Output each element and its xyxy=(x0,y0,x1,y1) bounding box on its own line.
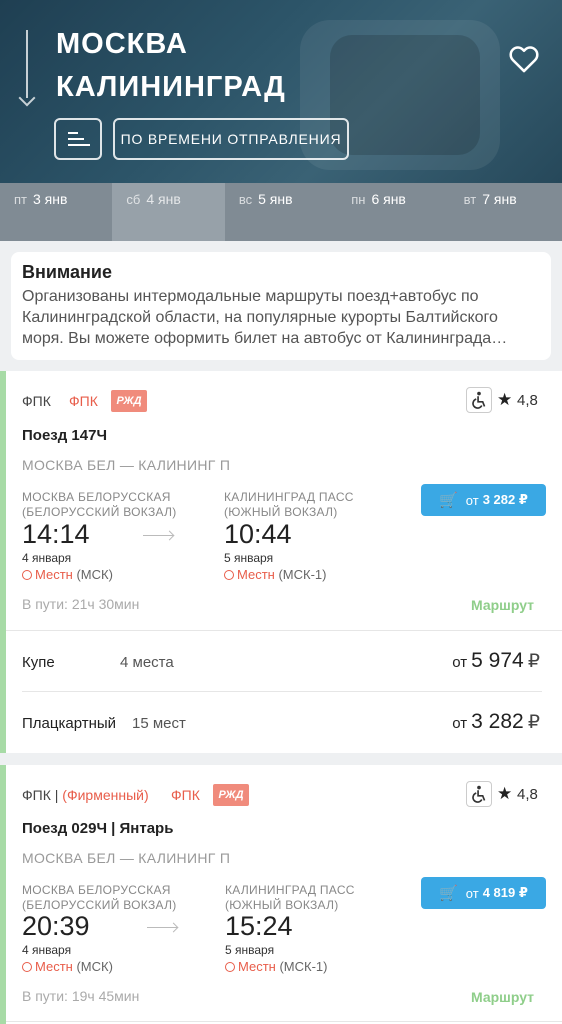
clock-icon xyxy=(224,570,234,580)
carrier-name: ФПК | (Фирменный) xyxy=(22,787,149,803)
car-class-name: Купе xyxy=(22,654,55,671)
from-city: МОСКВА xyxy=(56,28,188,60)
arrow-right-icon xyxy=(147,927,177,928)
clock-icon xyxy=(22,570,32,580)
arrival-date: 5 января xyxy=(225,943,275,957)
divider xyxy=(22,691,542,692)
date-label: 6 янв xyxy=(371,191,406,207)
rating-value: 4,8 xyxy=(517,392,538,409)
train-route: МОСКВА БЕЛ — КАЛИНИНГ П xyxy=(22,457,231,473)
sort-by-departure-button[interactable]: ПО ВРЕМЕНИ ОТПРАВЛЕНИЯ xyxy=(113,118,349,160)
car-class-price[interactable]: от 3 282 ₽ xyxy=(452,710,540,734)
date-weekday: вс xyxy=(238,192,253,207)
clock-icon xyxy=(22,962,32,972)
accessibility-icon xyxy=(466,781,492,807)
favorite-heart-icon[interactable] xyxy=(507,42,541,76)
route-link[interactable]: Маршрут xyxy=(471,989,534,1005)
accessibility-icon xyxy=(466,387,492,413)
train-name: Поезд 029Ч | Янтарь xyxy=(22,820,174,837)
train-route: МОСКВА БЕЛ — КАЛИНИНГ П xyxy=(22,850,231,866)
date-tab-active[interactable]: сб 4 янв xyxy=(112,183,225,241)
train-card[interactable]: ФПК | (Фирменный) ФПК РЖД ★ 4,8 Поезд 02… xyxy=(0,765,562,1024)
route-header: МОСКВА КАЛИНИНГРАД ПО ВРЕМЕНИ ОТПРАВЛЕНИ… xyxy=(0,0,562,183)
direction-arrow-down-icon xyxy=(18,89,36,107)
departure-date: 4 января xyxy=(22,551,72,565)
arrival-date: 5 января xyxy=(224,551,274,565)
date-label: 5 янв xyxy=(258,191,293,207)
departure-timezone: Местн (МСК) xyxy=(22,959,113,974)
departure-timezone: Местн (МСК) xyxy=(22,567,113,582)
arrival-timezone: Местн (МСК-1) xyxy=(225,959,327,974)
departure-time: 20:39 xyxy=(22,911,90,941)
car-class-name: Плацкартный xyxy=(22,715,117,732)
fpk-logo: ФПК xyxy=(171,787,200,803)
date-label: 4 янв xyxy=(146,191,181,207)
header-background-shape xyxy=(330,35,480,155)
date-weekday: пт xyxy=(14,192,27,207)
arrow-right-icon xyxy=(143,535,173,536)
notice-text: Организованы интермодальные маршруты пое… xyxy=(22,288,508,347)
divider xyxy=(6,630,562,631)
arrival-time: 15:24 xyxy=(225,911,293,941)
trip-duration: В пути: 19ч 45мин xyxy=(22,988,140,1004)
route-link[interactable]: Маршрут xyxy=(471,597,534,613)
carrier-name: ФПК xyxy=(22,393,51,409)
arrival-station: КАЛИНИНГРАД ПАСС (ЮЖНЫЙ ВОКЗАЛ) xyxy=(225,883,355,912)
rating-star-icon: ★ xyxy=(497,390,513,409)
date-label: 3 янв xyxy=(33,191,68,207)
date-weekday: пн xyxy=(351,192,366,207)
rzd-logo: РЖД xyxy=(213,784,249,806)
date-weekday: сб xyxy=(126,192,141,207)
sort-icon xyxy=(68,132,78,134)
rating-value: 4,8 xyxy=(517,786,538,803)
sort-button[interactable] xyxy=(54,118,102,160)
date-label: 7 янв xyxy=(482,191,517,207)
date-tab[interactable]: пн 6 янв xyxy=(337,183,449,241)
train-card[interactable]: ФПК ФПК РЖД ★ 4,8 Поезд 147Ч МОСКВА БЕЛ … xyxy=(0,371,562,753)
departure-date: 4 января xyxy=(22,943,72,957)
trip-duration: В пути: 21ч 30мин xyxy=(22,596,140,612)
date-tab[interactable]: вс 5 янв xyxy=(225,183,337,241)
car-class-price[interactable]: от 5 974 ₽ xyxy=(452,649,540,673)
notice-title: Внимание xyxy=(22,262,112,282)
buy-ticket-button[interactable]: 🛒 от 4 819 ₽ xyxy=(421,877,546,909)
departure-time: 14:14 xyxy=(22,519,90,549)
clock-icon xyxy=(225,962,235,972)
train-name: Поезд 147Ч xyxy=(22,427,107,444)
divider xyxy=(6,1021,562,1022)
fpk-logo: ФПК xyxy=(69,393,98,409)
to-city: КАЛИНИНГРАД xyxy=(56,71,286,103)
rzd-logo: РЖД xyxy=(111,390,147,412)
seats-available: 4 места xyxy=(120,654,174,671)
direction-arrow-line xyxy=(26,30,28,98)
rating-star-icon: ★ xyxy=(497,784,513,803)
notice-card[interactable]: Внимание Организованы интермодальные мар… xyxy=(11,252,551,360)
date-weekday: вт xyxy=(463,192,477,207)
cart-icon: 🛒 xyxy=(439,885,458,902)
seats-available: 15 мест xyxy=(132,715,186,732)
date-tab[interactable]: вт 7 янв xyxy=(450,183,562,241)
date-tab[interactable]: пт 3 янв xyxy=(0,183,112,241)
arrival-time: 10:44 xyxy=(224,519,292,549)
arrival-station: КАЛИНИНГРАД ПАСС (ЮЖНЫЙ ВОКЗАЛ) xyxy=(224,490,354,519)
departure-station: МОСКВА БЕЛОРУССКАЯ (БЕЛОРУССКИЙ ВОКЗАЛ) xyxy=(22,490,177,519)
cart-icon: 🛒 xyxy=(439,492,458,509)
arrival-timezone: Местн (МСК-1) xyxy=(224,567,326,582)
departure-station: МОСКВА БЕЛОРУССКАЯ (БЕЛОРУССКИЙ ВОКЗАЛ) xyxy=(22,883,177,912)
buy-ticket-button[interactable]: 🛒 от 3 282 ₽ xyxy=(421,484,546,516)
date-tabs: пт 3 янв сб 4 янв вс 5 янв пн 6 янв вт 7… xyxy=(0,183,562,241)
